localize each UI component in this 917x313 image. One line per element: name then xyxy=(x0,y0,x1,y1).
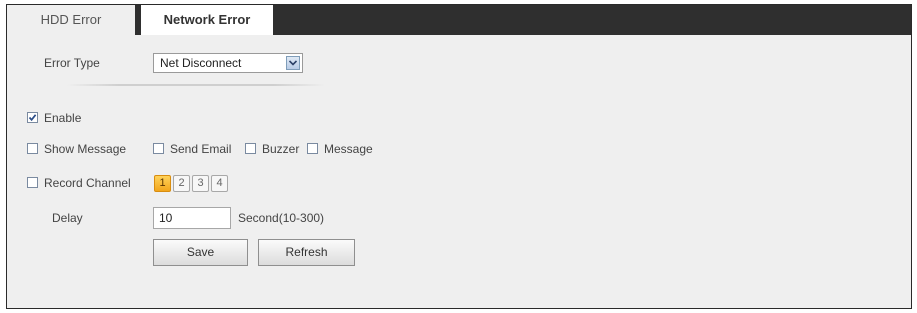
buzzer-checkbox[interactable] xyxy=(245,143,256,154)
section-divider xyxy=(67,84,325,86)
message-label: Message xyxy=(324,142,373,156)
error-type-value: Net Disconnect xyxy=(160,56,242,70)
refresh-button[interactable]: Refresh xyxy=(258,239,355,266)
delay-input[interactable]: 10 xyxy=(153,207,231,229)
tab-bar: HDD Error Network Error xyxy=(7,5,911,35)
send-email-label: Send Email xyxy=(170,142,232,156)
record-channel-label: Record Channel xyxy=(44,176,131,190)
error-type-label: Error Type xyxy=(44,56,100,70)
buzzer-label: Buzzer xyxy=(262,142,300,156)
tab-network-error[interactable]: Network Error xyxy=(141,5,273,35)
send-email-checkbox[interactable] xyxy=(153,143,164,154)
show-message-label: Show Message xyxy=(44,142,127,156)
enable-label: Enable xyxy=(44,111,82,125)
show-message-checkbox[interactable] xyxy=(27,143,38,154)
delay-label: Delay xyxy=(52,211,83,225)
channel-3-button[interactable]: 3 xyxy=(192,175,209,192)
save-button[interactable]: Save xyxy=(153,239,248,266)
record-channel-checkbox[interactable] xyxy=(27,177,38,188)
delay-unit-label: Second(10-300) xyxy=(238,211,325,225)
chevron-down-icon[interactable] xyxy=(286,56,300,70)
message-checkbox[interactable] xyxy=(307,143,318,154)
channel-1-button[interactable]: 1 xyxy=(154,175,171,192)
tab-hdd-error[interactable]: HDD Error xyxy=(7,5,135,35)
channel-4-button[interactable]: 4 xyxy=(211,175,228,192)
settings-panel: Error Type Net Disconnect Enable Show Me… xyxy=(7,35,911,308)
channel-2-button[interactable]: 2 xyxy=(173,175,190,192)
error-type-select[interactable]: Net Disconnect xyxy=(153,53,303,73)
network-error-frame: HDD Error Network Error Error Type Net D… xyxy=(6,4,912,309)
enable-checkbox[interactable] xyxy=(27,112,38,123)
